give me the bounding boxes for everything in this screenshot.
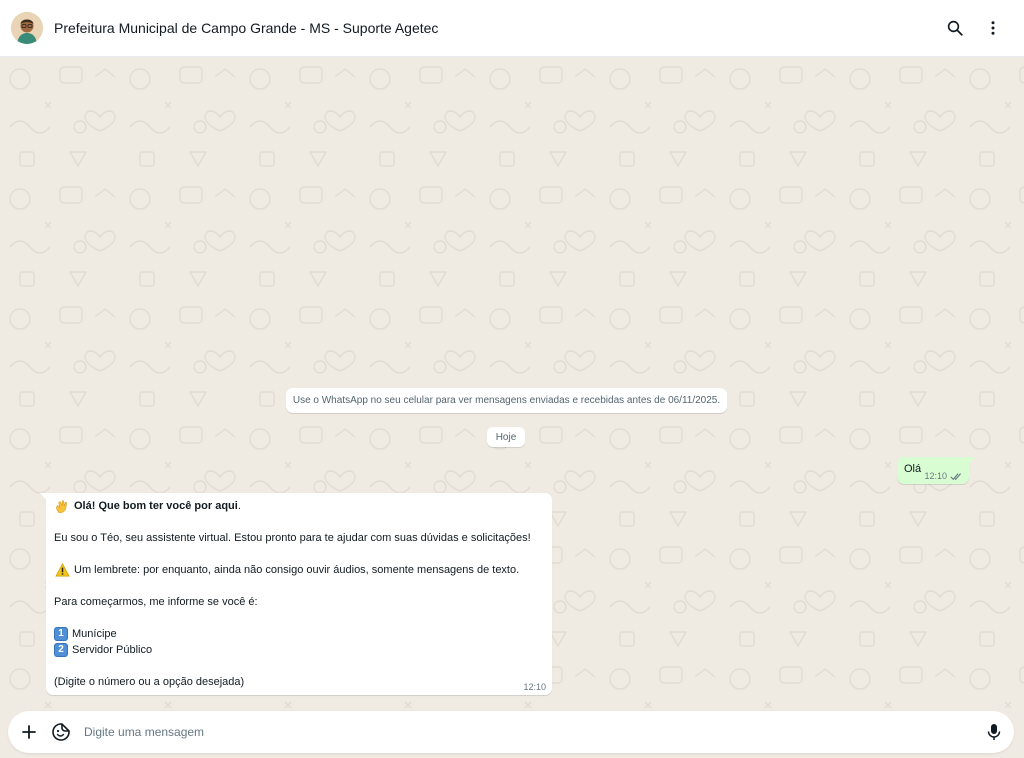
voice-record-button[interactable]: [982, 720, 1006, 744]
prompt-line: Para começarmos, me informe se você é:: [54, 596, 258, 608]
bubble-tail: [40, 493, 47, 501]
incoming-message[interactable]: Olá! Que bom ter você por aqui. Eu sou o…: [40, 493, 552, 695]
waving-hand-icon: [54, 498, 70, 514]
greeting-end: .: [237, 500, 241, 512]
keycap-2-icon: 2: [54, 643, 68, 657]
composer-area: [0, 708, 1024, 758]
bubble-tail: [968, 457, 975, 465]
message-time: 12:10: [924, 471, 947, 481]
search-button[interactable]: [936, 9, 974, 47]
date-separator: Hoje: [487, 427, 525, 447]
option-1-label: Munícipe: [72, 628, 117, 640]
more-vertical-icon: [991, 21, 995, 35]
option-2: 2 Servidor Público: [54, 642, 543, 658]
avatar-illustration-icon: [11, 12, 43, 44]
chat-panel[interactable]: Use o WhatsApp no seu celular para ver m…: [0, 57, 1024, 708]
option-1: 1 Munícipe: [54, 626, 543, 642]
message-text: Olá: [904, 463, 922, 475]
message-time: 12:10: [523, 682, 546, 692]
message-composer: [8, 711, 1014, 753]
plus-icon: [22, 725, 36, 739]
warning-icon: [54, 562, 70, 578]
chat-title[interactable]: Prefeitura Municipal de Campo Grande - M…: [54, 20, 936, 36]
greeting-text: Olá! Que bom ter você por aqui: [74, 500, 238, 512]
double-check-icon: [950, 472, 961, 480]
greeting-line: Olá! Que bom ter você por aqui.: [54, 498, 543, 514]
search-icon: [947, 20, 963, 36]
message-meta: 12:10: [924, 471, 963, 481]
outgoing-message[interactable]: Olá 12:10: [897, 457, 975, 484]
warning-text: Um lembrete: por enquanto, ainda não con…: [74, 564, 520, 576]
sticker-button[interactable]: [49, 720, 73, 744]
microphone-icon: [987, 724, 1001, 740]
intro-line: Eu sou o Téo, seu assistente virtual. Es…: [54, 532, 531, 544]
message-input[interactable]: [84, 717, 982, 747]
attach-button[interactable]: [17, 720, 41, 744]
avatar[interactable]: [11, 12, 43, 44]
menu-button[interactable]: [974, 9, 1012, 47]
warning-line: Um lembrete: por enquanto, ainda não con…: [54, 562, 543, 578]
chat-header: Prefeitura Municipal de Campo Grande - M…: [0, 0, 1024, 57]
keycap-1-icon: 1: [54, 627, 68, 641]
option-2-label: Servidor Público: [72, 644, 153, 656]
hint-line: (Digite o número ou a opção desejada): [54, 676, 245, 688]
sticker-icon: [52, 723, 70, 741]
encryption-history-notice: Use o WhatsApp no seu celular para ver m…: [286, 388, 727, 413]
